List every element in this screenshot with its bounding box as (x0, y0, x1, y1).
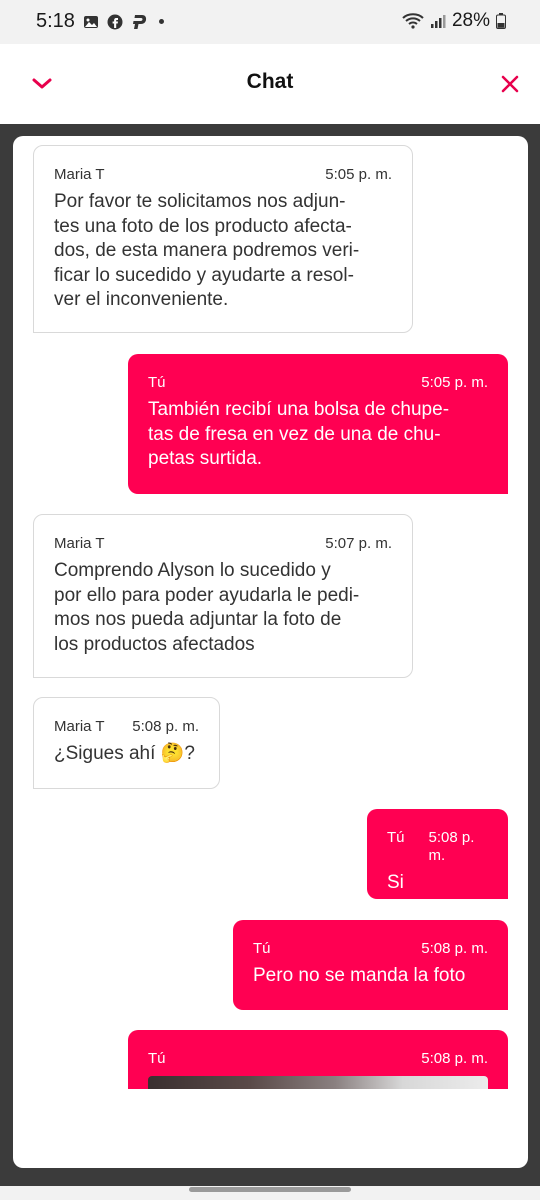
message-text: ¿Sigues ahí 🤔? (54, 743, 195, 764)
signal-icon (430, 13, 446, 29)
close-icon (501, 75, 519, 93)
parking-app-icon (131, 14, 147, 30)
home-indicator[interactable] (189, 1187, 351, 1192)
battery-level: 28% (451, 10, 490, 31)
page-title: Chat (246, 70, 294, 93)
message-text: Pero no se manda la foto (253, 965, 466, 986)
message-text: Comprendo Alyson lo sucedido y por ello … (54, 560, 360, 655)
message-time: 5:08 p. m. (132, 718, 199, 735)
message-time: 5:07 p. m. (325, 535, 392, 552)
chat-panel: Maria T 5:05 p. m. Por favor te solicita… (13, 136, 528, 1168)
notification-dot-icon (158, 19, 164, 24)
message-outgoing-photo[interactable]: Tú 5:08 p. m. (128, 1030, 508, 1089)
message-incoming: Maria T 5:08 p. m. ¿Sigues ahí 🤔? (33, 697, 220, 789)
message-time: 5:08 p. m. (421, 1050, 488, 1067)
attached-photo[interactable] (148, 1076, 488, 1089)
status-bar: 5:18 28% (0, 0, 540, 44)
facebook-icon (107, 14, 123, 30)
message-time: 5:05 p. m. (325, 166, 392, 183)
chat-header: Chat (0, 44, 540, 124)
message-sender: Tú (148, 1050, 166, 1067)
message-text: Por favor te solicitamos nos adjun- tes … (54, 191, 360, 310)
message-incoming: Maria T 5:07 p. m. Comprendo Alyson lo s… (33, 514, 413, 678)
message-sender: Maria T (54, 535, 105, 552)
message-incoming: Maria T 5:05 p. m. Por favor te solicita… (33, 145, 413, 333)
gallery-icon (83, 14, 99, 30)
message-time: 5:05 p. m. (421, 374, 488, 391)
message-time: 5:08 p. m. (428, 829, 475, 864)
status-time: 5:18 (36, 10, 75, 32)
message-text: Si (387, 872, 404, 893)
message-outgoing: Tú 5:08 p. m. Pero no se manda la foto (233, 920, 508, 1010)
message-outgoing: Tú 5:05 p. m. También recibí una bolsa d… (128, 354, 508, 494)
message-sender: Tú (253, 940, 271, 957)
message-sender: Maria T (54, 166, 105, 183)
screen: 5:18 28% Chat Maria T 5:05 p. m. Por fav… (0, 0, 540, 1200)
message-time: 5:08 p. m. (421, 940, 488, 957)
message-outgoing: Tú 5:08 p. m. Si (367, 809, 508, 899)
message-sender: Tú (387, 829, 405, 846)
wifi-icon (402, 13, 424, 29)
message-sender: Tú (148, 374, 166, 391)
close-chat-button[interactable] (496, 70, 524, 98)
message-list[interactable]: Maria T 5:05 p. m. Por favor te solicita… (13, 136, 528, 1089)
message-sender: Maria T (54, 718, 105, 735)
message-text: También recibí una bolsa de chupe- tas d… (148, 399, 450, 469)
battery-icon (496, 13, 506, 29)
